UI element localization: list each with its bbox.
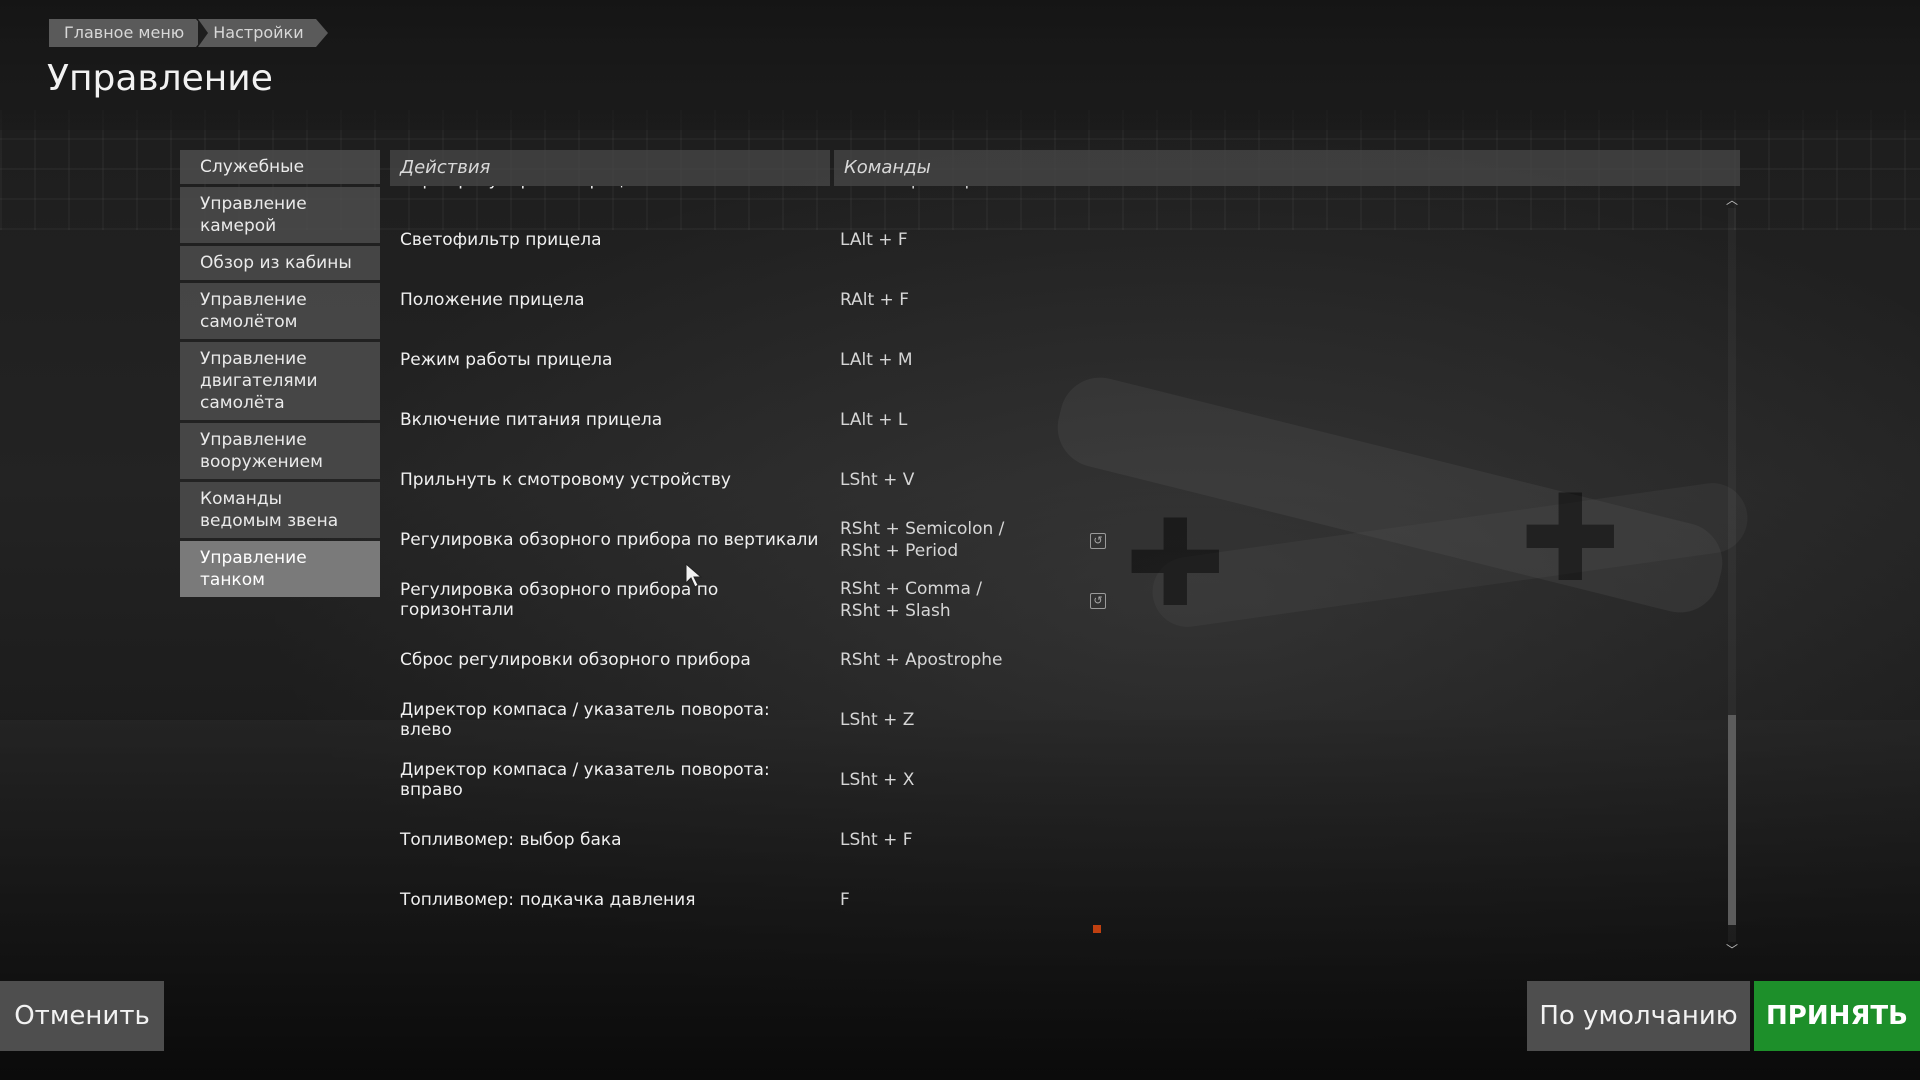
- table-row[interactable]: Директор компаса / указатель поворота: в…: [390, 750, 1720, 810]
- reset-binding-icon[interactable]: ↺: [1090, 533, 1106, 549]
- sidebar-item-service[interactable]: Служебные: [180, 150, 380, 184]
- command-binding[interactable]: RSht + Semicolon / RSht + Period: [840, 510, 1080, 570]
- command-binding[interactable]: LSht + Z: [840, 690, 1080, 750]
- action-label: Директор компаса / указатель поворота: в…: [400, 760, 770, 800]
- sidebar-item-camera[interactable]: Управление камерой: [180, 187, 380, 243]
- action-label: Топливомер: подкачка давления: [400, 890, 696, 910]
- table-row[interactable]: Регулировка обзорного прибора по горизон…: [390, 570, 1720, 630]
- reset-binding-icon[interactable]: ↺: [1090, 593, 1106, 609]
- command-key: LSht + X: [840, 770, 915, 790]
- command-binding[interactable]: RAlt + Apostrophe: [840, 186, 1080, 210]
- breadcrumb: Главное меню Настройки: [49, 19, 329, 47]
- command-key: LSht + V: [840, 470, 915, 490]
- table-row[interactable]: Регулировка обзорного прибора по вертика…: [390, 510, 1720, 570]
- table-row[interactable]: Топливомер: подкачка давления F: [390, 870, 1720, 930]
- table-row[interactable]: Включение питания прицела LAlt + L: [390, 390, 1720, 450]
- command-key: LSht + F: [840, 830, 913, 850]
- command-binding[interactable]: RSht + Comma / RSht + Slash: [840, 570, 1080, 630]
- sidebar-item-weapons[interactable]: Управление вооружением: [180, 423, 380, 479]
- command-binding[interactable]: RSht + Apostrophe: [840, 630, 1080, 690]
- action-label: Светофильтр прицела: [400, 230, 602, 250]
- command-binding[interactable]: LAlt + L: [840, 390, 1080, 450]
- command-key: LAlt + M: [840, 350, 913, 370]
- table-row[interactable]: Прильнуть к смотровому устройству LSht + …: [390, 450, 1720, 510]
- action-label: Сброс регулировки прицела: [400, 186, 820, 210]
- action-label: Регулировка обзорного прибора по вертика…: [400, 530, 819, 550]
- scroll-up-icon[interactable]: ︿: [1724, 192, 1740, 208]
- command-binding[interactable]: LSht + F: [840, 810, 1080, 870]
- action-label: Сброс регулировки обзорного прибора: [400, 650, 751, 670]
- breadcrumb-settings[interactable]: Настройки: [198, 19, 329, 47]
- column-header-commands: Команды: [834, 150, 1740, 186]
- scrollbar[interactable]: ︿ ﹀: [1724, 190, 1740, 960]
- action-label: Топливомер: выбор бака: [400, 830, 622, 850]
- table-row[interactable]: Светофильтр прицела LAlt + F: [390, 210, 1720, 270]
- table-body: Сброс регулировки прицела RAlt + Apostrop…: [390, 186, 1730, 965]
- table-row[interactable]: Сброс регулировки обзорного прибора RSht …: [390, 630, 1720, 690]
- action-label: Прильнуть к смотровому устройству: [400, 470, 731, 490]
- column-header-actions: Действия: [390, 150, 830, 186]
- command-key: RSht + Semicolon /: [840, 519, 1005, 539]
- action-label: Положение прицела: [400, 290, 585, 310]
- command-key: RSht + Period: [840, 541, 959, 561]
- command-key: RSht + Comma /: [840, 579, 983, 599]
- command-key: F: [840, 890, 850, 910]
- command-key: LSht + Z: [840, 710, 915, 730]
- command-key: RAlt + Apostrophe: [840, 186, 997, 191]
- command-key: LAlt + L: [840, 410, 908, 430]
- default-button[interactable]: По умолчанию: [1527, 981, 1750, 1051]
- page-title: Управление: [47, 58, 273, 99]
- sidebar-item-wingmen[interactable]: Команды ведомым звена: [180, 482, 380, 538]
- command-key: LAlt + F: [840, 230, 908, 250]
- controls-table: Действия Команды Сброс регулировки прице…: [390, 150, 1740, 965]
- sidebar-item-aircraft[interactable]: Управление самолётом: [180, 283, 380, 339]
- table-header: Действия Команды: [390, 150, 1740, 186]
- scroll-down-icon[interactable]: ﹀: [1724, 942, 1740, 958]
- accept-button[interactable]: ПРИНЯТЬ: [1754, 981, 1920, 1051]
- table-row[interactable]: Режим работы прицела LAlt + M: [390, 330, 1720, 390]
- command-binding[interactable]: LSht + X: [840, 750, 1080, 810]
- action-label: Регулировка обзорного прибора по горизон…: [400, 580, 719, 620]
- command-binding[interactable]: F: [840, 870, 1080, 930]
- command-binding[interactable]: LAlt + F: [840, 210, 1080, 270]
- table-row[interactable]: Сброс регулировки прицела RAlt + Apostrop…: [390, 186, 1720, 210]
- sidebar-item-cockpit-view[interactable]: Обзор из кабины: [180, 246, 380, 280]
- action-label: Включение питания прицела: [400, 410, 663, 430]
- action-label: Режим работы прицела: [400, 350, 613, 370]
- breadcrumb-main-menu[interactable]: Главное меню: [49, 19, 209, 47]
- sidebar-item-engines[interactable]: Управление двигателями самолёта: [180, 342, 380, 420]
- table-row[interactable]: Директор компаса / указатель поворота: в…: [390, 690, 1720, 750]
- command-binding[interactable]: LSht + V: [840, 450, 1080, 510]
- command-binding[interactable]: RAlt + F: [840, 270, 1080, 330]
- conflict-marker: [1093, 925, 1101, 933]
- table-row[interactable]: Положение прицела RAlt + F: [390, 270, 1720, 330]
- scroll-thumb[interactable]: [1728, 715, 1736, 925]
- command-key: RAlt + F: [840, 290, 909, 310]
- sidebar: Служебные Управление камерой Обзор из ка…: [180, 150, 380, 600]
- cancel-button[interactable]: Отменить: [0, 981, 164, 1051]
- action-label: Директор компаса / указатель поворота: в…: [400, 700, 770, 740]
- command-key: RSht + Slash: [840, 601, 951, 621]
- sidebar-item-tank[interactable]: Управление танком: [180, 541, 380, 597]
- table-row[interactable]: Топливомер: выбор бака LSht + F: [390, 810, 1720, 870]
- command-key: RSht + Apostrophe: [840, 650, 1003, 670]
- command-binding[interactable]: LAlt + M: [840, 330, 1080, 390]
